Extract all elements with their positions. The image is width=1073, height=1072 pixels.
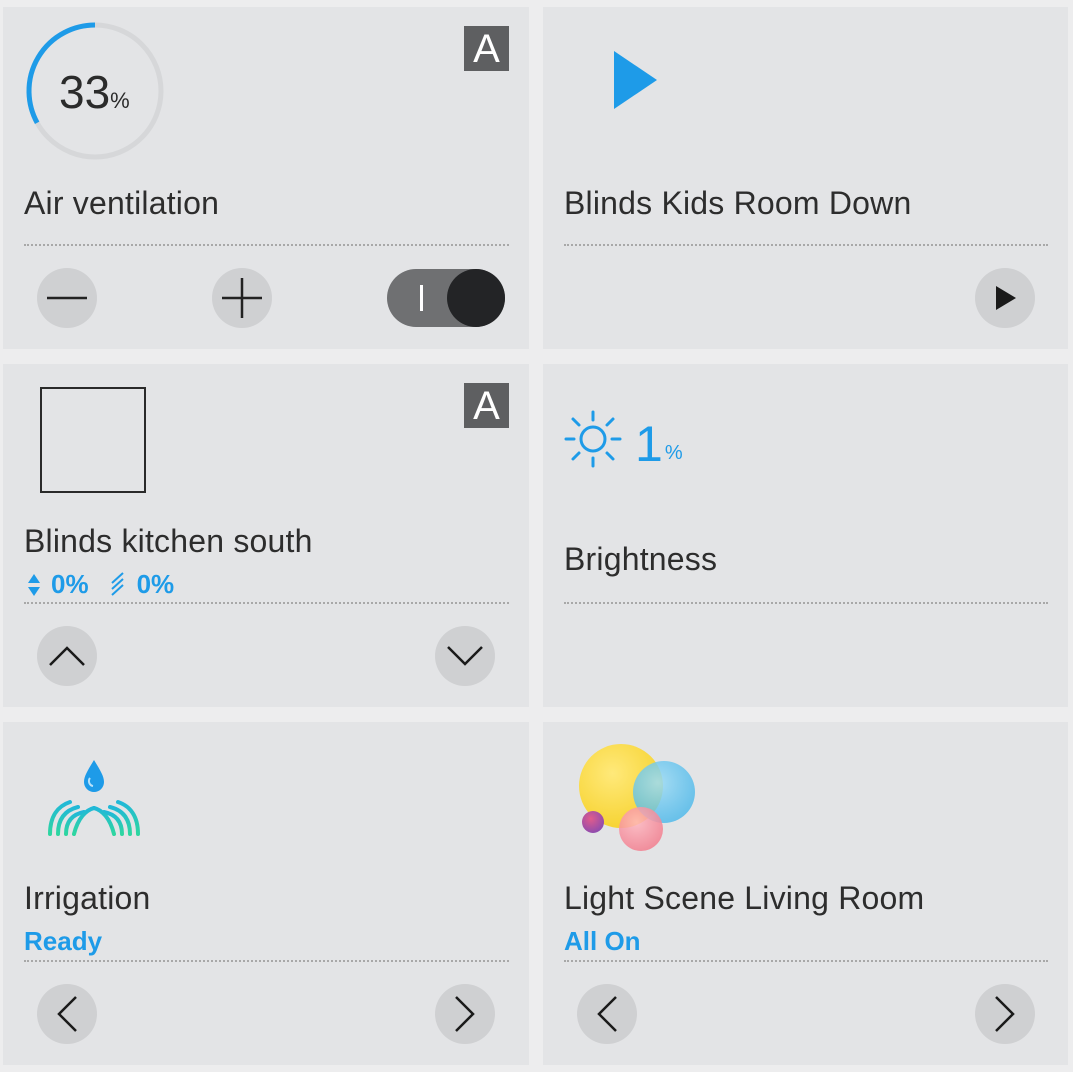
tile-title: Irrigation	[24, 880, 151, 916]
divider	[24, 244, 509, 246]
up-down-arrows-icon	[28, 573, 40, 596]
blind-window-icon	[40, 387, 146, 493]
run-scene-button[interactable]	[975, 268, 1035, 328]
blind-position-row: 0% 0%	[27, 569, 174, 600]
play-icon	[996, 286, 1016, 310]
decrease-button[interactable]	[37, 268, 97, 328]
auto-mode-badge: A	[464, 26, 509, 71]
slat-angle-value: 0%	[136, 569, 175, 599]
tile-title: Air ventilation	[24, 185, 220, 221]
brightness-value: 1	[635, 416, 663, 472]
toggle-knob	[447, 269, 505, 327]
ventilation-value: 33%	[59, 66, 130, 118]
toggle-on-mark	[420, 285, 423, 311]
chevron-left-icon	[597, 996, 617, 1032]
tile-irrigation[interactable]: Irrigation Ready	[3, 722, 529, 1065]
sprinkler-icon	[48, 760, 140, 836]
increase-button[interactable]	[212, 268, 272, 328]
next-button[interactable]	[435, 984, 495, 1044]
chevron-up-icon	[49, 646, 85, 666]
divider	[24, 960, 509, 962]
previous-button[interactable]	[577, 984, 637, 1044]
tile-blinds-kids-room[interactable]: Blinds Kids Room Down	[543, 7, 1068, 349]
brightness-unit: %	[664, 442, 683, 464]
divider	[564, 960, 1048, 962]
blind-up-button[interactable]	[37, 626, 97, 686]
irrigation-status: Ready	[24, 926, 103, 956]
chevron-right-icon	[455, 996, 475, 1032]
plus-icon	[222, 278, 262, 318]
tile-title: Blinds Kids Room Down	[564, 185, 912, 221]
minus-icon	[47, 296, 87, 300]
tile-title: Blinds kitchen south	[24, 523, 313, 559]
divider	[564, 244, 1048, 246]
brightness-reading: 1 %	[563, 409, 683, 469]
chevron-down-icon	[447, 646, 483, 666]
tile-brightness[interactable]: 1 % Brightness	[543, 364, 1068, 707]
chevron-left-icon	[57, 996, 77, 1032]
auto-mode-badge: A	[464, 383, 509, 428]
scene-status: All On	[564, 926, 641, 956]
blind-down-button[interactable]	[435, 626, 495, 686]
slat-angle-icon	[110, 571, 124, 596]
previous-button[interactable]	[37, 984, 97, 1044]
play-icon	[614, 51, 657, 109]
tile-air-ventilation[interactable]: 33% A Air ventilation	[3, 7, 529, 349]
divider	[564, 602, 1048, 604]
blind-position-value: 0%	[51, 569, 89, 599]
divider	[24, 602, 509, 604]
power-toggle[interactable]	[387, 269, 505, 327]
tile-title: Brightness	[564, 541, 718, 577]
next-button[interactable]	[975, 984, 1035, 1044]
sun-icon	[564, 410, 622, 468]
tile-light-scene-living-room[interactable]: Light Scene Living Room All On	[543, 722, 1068, 1065]
tile-title: Light Scene Living Room	[564, 880, 925, 916]
tile-blinds-kitchen-south[interactable]: A Blinds kitchen south 0% 0%	[3, 364, 529, 707]
color-bubbles-icon	[579, 744, 695, 851]
chevron-right-icon	[995, 996, 1015, 1032]
